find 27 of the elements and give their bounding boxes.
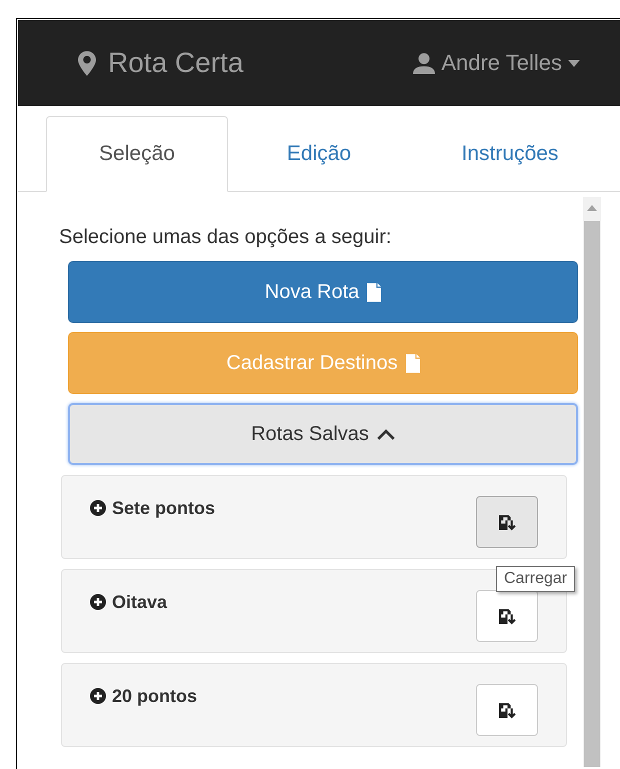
file-icon — [367, 282, 382, 302]
chevron-up-icon — [376, 428, 395, 440]
plus-circle-icon[interactable] — [90, 594, 106, 610]
file-icon — [406, 354, 420, 372]
instruction-text: Selecione umas das opções a seguir: — [59, 226, 392, 249]
map-pin-icon — [78, 50, 96, 76]
route-name: Sete pontos — [112, 498, 216, 518]
plus-circle-icon[interactable] — [90, 688, 106, 704]
plus-circle-icon[interactable] — [90, 500, 106, 516]
caret-icon — [568, 60, 580, 66]
tooltip: Carregar — [496, 566, 576, 592]
route-name: Oitava — [112, 592, 168, 612]
load-route-button[interactable] — [476, 496, 538, 548]
saved-routes-toggle[interactable]: Rotas Salvas — [68, 403, 578, 465]
floppy-import-icon — [498, 608, 516, 624]
route-name: 20 pontos — [112, 686, 198, 706]
brand-name[interactable]: Rota Certa — [108, 47, 244, 79]
action-button[interactable]: Nova Rota — [68, 261, 578, 323]
floppy-import-icon — [498, 514, 516, 530]
tab[interactable]: Edição — [228, 116, 410, 192]
tab[interactable]: Seleção — [46, 116, 228, 192]
user-menu[interactable]: Andre Telles — [413, 50, 580, 76]
floppy-import-icon — [498, 702, 516, 718]
tab[interactable]: Instruções — [410, 116, 610, 192]
user-icon — [413, 52, 436, 74]
load-route-button[interactable] — [476, 684, 538, 736]
load-route-button[interactable] — [476, 590, 538, 642]
